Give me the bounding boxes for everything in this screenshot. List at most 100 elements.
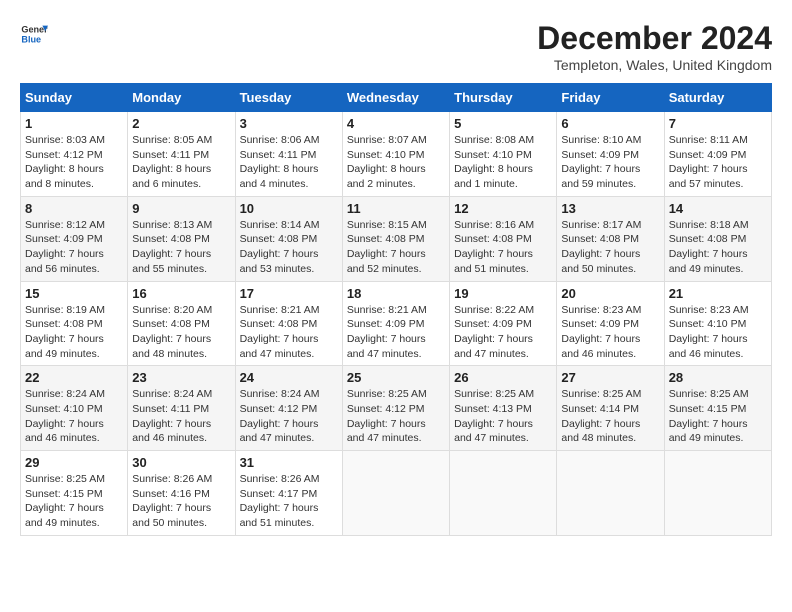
header-cell-tuesday: Tuesday — [235, 84, 342, 112]
day-cell: 1 Sunrise: 8:03 AM Sunset: 4:12 PM Dayli… — [21, 112, 128, 197]
header-cell-sunday: Sunday — [21, 84, 128, 112]
header-cell-friday: Friday — [557, 84, 664, 112]
day-cell: 29 Sunrise: 8:25 AM Sunset: 4:15 PM Dayl… — [21, 451, 128, 536]
week-row-5: 29 Sunrise: 8:25 AM Sunset: 4:15 PM Dayl… — [21, 451, 772, 536]
day-cell: 5 Sunrise: 8:08 AM Sunset: 4:10 PM Dayli… — [450, 112, 557, 197]
day-detail: Sunrise: 8:11 AM Sunset: 4:09 PM Dayligh… — [669, 133, 767, 192]
day-cell: 15 Sunrise: 8:19 AM Sunset: 4:08 PM Dayl… — [21, 281, 128, 366]
day-number: 5 — [454, 116, 552, 131]
day-number: 9 — [132, 201, 230, 216]
day-detail: Sunrise: 8:23 AM Sunset: 4:10 PM Dayligh… — [669, 303, 767, 362]
day-detail: Sunrise: 8:22 AM Sunset: 4:09 PM Dayligh… — [454, 303, 552, 362]
day-cell: 26 Sunrise: 8:25 AM Sunset: 4:13 PM Dayl… — [450, 366, 557, 451]
day-cell: 16 Sunrise: 8:20 AM Sunset: 4:08 PM Dayl… — [128, 281, 235, 366]
subtitle: Templeton, Wales, United Kingdom — [537, 57, 772, 73]
day-number: 24 — [240, 370, 338, 385]
day-number: 18 — [347, 286, 445, 301]
day-number: 17 — [240, 286, 338, 301]
day-number: 25 — [347, 370, 445, 385]
day-detail: Sunrise: 8:25 AM Sunset: 4:15 PM Dayligh… — [25, 472, 123, 531]
day-cell: 19 Sunrise: 8:22 AM Sunset: 4:09 PM Dayl… — [450, 281, 557, 366]
day-detail: Sunrise: 8:15 AM Sunset: 4:08 PM Dayligh… — [347, 218, 445, 277]
day-number: 23 — [132, 370, 230, 385]
header-cell-saturday: Saturday — [664, 84, 771, 112]
day-number: 28 — [669, 370, 767, 385]
day-cell — [342, 451, 449, 536]
day-detail: Sunrise: 8:24 AM Sunset: 4:11 PM Dayligh… — [132, 387, 230, 446]
day-detail: Sunrise: 8:23 AM Sunset: 4:09 PM Dayligh… — [561, 303, 659, 362]
day-cell: 18 Sunrise: 8:21 AM Sunset: 4:09 PM Dayl… — [342, 281, 449, 366]
day-cell: 10 Sunrise: 8:14 AM Sunset: 4:08 PM Dayl… — [235, 196, 342, 281]
day-cell — [450, 451, 557, 536]
day-detail: Sunrise: 8:21 AM Sunset: 4:08 PM Dayligh… — [240, 303, 338, 362]
day-number: 3 — [240, 116, 338, 131]
day-cell: 27 Sunrise: 8:25 AM Sunset: 4:14 PM Dayl… — [557, 366, 664, 451]
logo: General Blue — [20, 20, 48, 48]
day-detail: Sunrise: 8:12 AM Sunset: 4:09 PM Dayligh… — [25, 218, 123, 277]
logo-icon: General Blue — [20, 20, 48, 48]
day-number: 7 — [669, 116, 767, 131]
day-detail: Sunrise: 8:20 AM Sunset: 4:08 PM Dayligh… — [132, 303, 230, 362]
day-number: 15 — [25, 286, 123, 301]
day-cell: 4 Sunrise: 8:07 AM Sunset: 4:10 PM Dayli… — [342, 112, 449, 197]
day-number: 4 — [347, 116, 445, 131]
day-number: 11 — [347, 201, 445, 216]
day-detail: Sunrise: 8:21 AM Sunset: 4:09 PM Dayligh… — [347, 303, 445, 362]
day-number: 21 — [669, 286, 767, 301]
day-cell: 30 Sunrise: 8:26 AM Sunset: 4:16 PM Dayl… — [128, 451, 235, 536]
day-cell: 22 Sunrise: 8:24 AM Sunset: 4:10 PM Dayl… — [21, 366, 128, 451]
page-header: General Blue December 2024 Templeton, Wa… — [20, 20, 772, 73]
header-cell-monday: Monday — [128, 84, 235, 112]
day-number: 10 — [240, 201, 338, 216]
day-cell: 28 Sunrise: 8:25 AM Sunset: 4:15 PM Dayl… — [664, 366, 771, 451]
day-number: 12 — [454, 201, 552, 216]
day-number: 19 — [454, 286, 552, 301]
day-number: 13 — [561, 201, 659, 216]
day-cell: 7 Sunrise: 8:11 AM Sunset: 4:09 PM Dayli… — [664, 112, 771, 197]
day-detail: Sunrise: 8:14 AM Sunset: 4:08 PM Dayligh… — [240, 218, 338, 277]
day-detail: Sunrise: 8:08 AM Sunset: 4:10 PM Dayligh… — [454, 133, 552, 192]
day-detail: Sunrise: 8:25 AM Sunset: 4:14 PM Dayligh… — [561, 387, 659, 446]
day-number: 31 — [240, 455, 338, 470]
day-number: 16 — [132, 286, 230, 301]
day-cell: 3 Sunrise: 8:06 AM Sunset: 4:11 PM Dayli… — [235, 112, 342, 197]
day-cell: 25 Sunrise: 8:25 AM Sunset: 4:12 PM Dayl… — [342, 366, 449, 451]
day-detail: Sunrise: 8:06 AM Sunset: 4:11 PM Dayligh… — [240, 133, 338, 192]
day-detail: Sunrise: 8:24 AM Sunset: 4:12 PM Dayligh… — [240, 387, 338, 446]
day-detail: Sunrise: 8:25 AM Sunset: 4:12 PM Dayligh… — [347, 387, 445, 446]
title-area: December 2024 Templeton, Wales, United K… — [537, 20, 772, 73]
day-detail: Sunrise: 8:17 AM Sunset: 4:08 PM Dayligh… — [561, 218, 659, 277]
day-detail: Sunrise: 8:05 AM Sunset: 4:11 PM Dayligh… — [132, 133, 230, 192]
day-cell — [664, 451, 771, 536]
day-detail: Sunrise: 8:03 AM Sunset: 4:12 PM Dayligh… — [25, 133, 123, 192]
day-detail: Sunrise: 8:26 AM Sunset: 4:17 PM Dayligh… — [240, 472, 338, 531]
day-number: 20 — [561, 286, 659, 301]
day-detail: Sunrise: 8:18 AM Sunset: 4:08 PM Dayligh… — [669, 218, 767, 277]
day-number: 8 — [25, 201, 123, 216]
day-detail: Sunrise: 8:26 AM Sunset: 4:16 PM Dayligh… — [132, 472, 230, 531]
day-detail: Sunrise: 8:19 AM Sunset: 4:08 PM Dayligh… — [25, 303, 123, 362]
day-number: 26 — [454, 370, 552, 385]
day-cell: 11 Sunrise: 8:15 AM Sunset: 4:08 PM Dayl… — [342, 196, 449, 281]
day-detail: Sunrise: 8:24 AM Sunset: 4:10 PM Dayligh… — [25, 387, 123, 446]
day-cell: 17 Sunrise: 8:21 AM Sunset: 4:08 PM Dayl… — [235, 281, 342, 366]
day-number: 29 — [25, 455, 123, 470]
day-detail: Sunrise: 8:10 AM Sunset: 4:09 PM Dayligh… — [561, 133, 659, 192]
day-cell: 14 Sunrise: 8:18 AM Sunset: 4:08 PM Dayl… — [664, 196, 771, 281]
day-detail: Sunrise: 8:16 AM Sunset: 4:08 PM Dayligh… — [454, 218, 552, 277]
day-cell: 21 Sunrise: 8:23 AM Sunset: 4:10 PM Dayl… — [664, 281, 771, 366]
header-cell-thursday: Thursday — [450, 84, 557, 112]
day-cell: 31 Sunrise: 8:26 AM Sunset: 4:17 PM Dayl… — [235, 451, 342, 536]
day-detail: Sunrise: 8:25 AM Sunset: 4:15 PM Dayligh… — [669, 387, 767, 446]
day-cell: 13 Sunrise: 8:17 AM Sunset: 4:08 PM Dayl… — [557, 196, 664, 281]
day-cell: 8 Sunrise: 8:12 AM Sunset: 4:09 PM Dayli… — [21, 196, 128, 281]
day-number: 6 — [561, 116, 659, 131]
day-number: 14 — [669, 201, 767, 216]
header-row: SundayMondayTuesdayWednesdayThursdayFrid… — [21, 84, 772, 112]
week-row-1: 1 Sunrise: 8:03 AM Sunset: 4:12 PM Dayli… — [21, 112, 772, 197]
day-number: 30 — [132, 455, 230, 470]
day-number: 27 — [561, 370, 659, 385]
day-cell: 6 Sunrise: 8:10 AM Sunset: 4:09 PM Dayli… — [557, 112, 664, 197]
day-cell: 2 Sunrise: 8:05 AM Sunset: 4:11 PM Dayli… — [128, 112, 235, 197]
day-cell: 23 Sunrise: 8:24 AM Sunset: 4:11 PM Dayl… — [128, 366, 235, 451]
